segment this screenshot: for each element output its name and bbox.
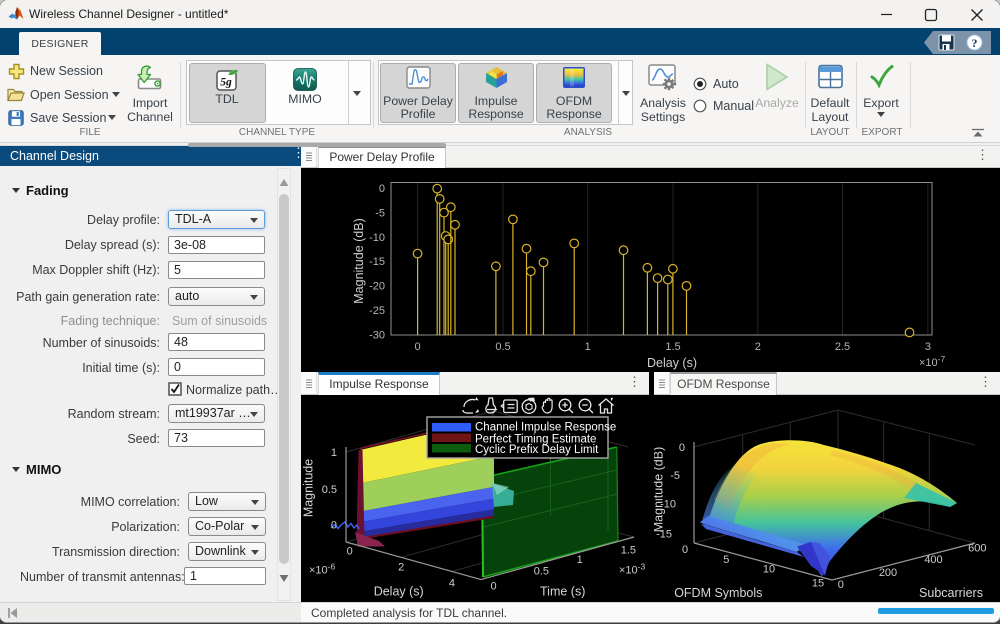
svg-text:3: 3 (925, 341, 931, 353)
svg-text:OFDM Symbols: OFDM Symbols (674, 586, 762, 600)
svg-text:-20: -20 (369, 280, 385, 292)
svg-text:0: 0 (490, 581, 496, 593)
svg-text:5g: 5g (220, 77, 232, 89)
svg-text:0.5: 0.5 (495, 341, 510, 353)
svg-text:-5: -5 (375, 208, 385, 220)
svg-text:-30: -30 (369, 329, 385, 341)
svg-text:0: 0 (347, 546, 353, 558)
svg-text:0: 0 (679, 442, 685, 454)
svg-text:-15: -15 (369, 256, 385, 268)
svg-text:Magnitude: Magnitude (302, 459, 316, 517)
svg-text:0: 0 (838, 579, 844, 591)
svg-text:-10: -10 (369, 232, 385, 244)
svg-text:1: 1 (331, 447, 337, 459)
svg-text:2.5: 2.5 (835, 341, 850, 353)
svg-text:2: 2 (755, 341, 761, 353)
svg-text:?: ? (972, 36, 978, 50)
svg-text:0: 0 (415, 341, 421, 353)
svg-text:1.5: 1.5 (621, 544, 636, 556)
svg-text:15: 15 (812, 577, 824, 589)
svg-text:400: 400 (924, 554, 942, 566)
svg-text:-25: -25 (369, 305, 385, 317)
svg-text:Subcarriers: Subcarriers (919, 586, 983, 600)
svg-text:1: 1 (585, 341, 591, 353)
svg-text:0.5: 0.5 (322, 484, 337, 496)
svg-text:-5: -5 (670, 470, 680, 482)
svg-text:1: 1 (577, 554, 583, 566)
svg-text:Magnitude (dB): Magnitude (dB) (352, 218, 366, 303)
svg-text:600: 600 (968, 542, 986, 554)
svg-text:0: 0 (331, 520, 337, 532)
svg-text:2: 2 (398, 562, 404, 574)
svg-text:0: 0 (682, 544, 688, 556)
svg-text:0: 0 (379, 183, 385, 195)
svg-text:Channel Impulse Response: Channel Impulse Response (475, 422, 616, 434)
svg-text:Cyclic Prefix Delay Limit: Cyclic Prefix Delay Limit (475, 444, 599, 456)
svg-text:4: 4 (449, 577, 455, 589)
svg-text:5: 5 (723, 554, 729, 566)
svg-text:Delay (s): Delay (s) (374, 584, 424, 598)
svg-text:200: 200 (879, 567, 897, 579)
svg-text:0.5: 0.5 (534, 566, 549, 578)
svg-text:Time (s): Time (s) (540, 584, 585, 598)
svg-text:Magnitude (dB): Magnitude (dB) (654, 447, 666, 532)
svg-text:10: 10 (763, 563, 775, 575)
svg-text:Delay (s): Delay (s) (647, 356, 697, 370)
svg-text:1.5: 1.5 (665, 341, 680, 353)
